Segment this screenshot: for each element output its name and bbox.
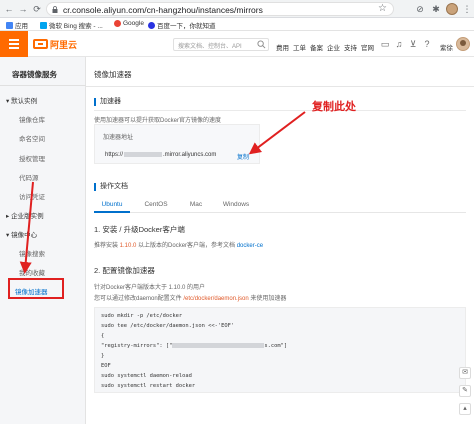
sidebar-item-image-search[interactable]: 镜像搜索 — [19, 248, 45, 258]
bookmark-google[interactable]: Google — [114, 20, 144, 27]
forward-icon[interactable]: → — [17, 3, 29, 15]
sidebar-item-credentials[interactable]: 访问凭证 — [19, 191, 45, 201]
tab-mac[interactable]: Mac — [178, 201, 214, 208]
sidebar-item-namespaces[interactable]: 命名空间 — [19, 133, 45, 143]
puzzle-icon[interactable]: ✱ — [430, 3, 442, 15]
accelerator-url[interactable]: https://.mirror.aliyuncs.com — [105, 152, 216, 158]
sidebar-group-default-instance[interactable]: ▾ 默认实例 — [6, 95, 37, 105]
bookmark-bing[interactable]: 微软 Bing 搜索 - ... — [40, 20, 103, 30]
code-line: } — [101, 353, 105, 359]
step1-text: 推荐安装 1.10.0 以上版本的Docker客户端，参考文档 docker-c… — [94, 243, 264, 249]
divider — [94, 110, 466, 111]
nav-support[interactable]: 支持 — [344, 42, 357, 52]
annotation-highlight-box — [8, 278, 64, 299]
accelerator-address-label: 加速器地址 — [103, 135, 134, 141]
extension-icon[interactable]: ⊘ — [414, 3, 426, 15]
code-block[interactable]: sudo mkdir -p /etc/docker sudo tee /etc/… — [94, 307, 466, 393]
back-icon[interactable]: ← — [3, 3, 15, 15]
bookmarks-bar: 应用 微软 Bing 搜索 - ... Google 百度一下，你就知道 — [0, 18, 474, 31]
accelerator-address-box: 加速器地址 https://.mirror.aliyuncs.com 复制 — [94, 124, 260, 164]
tab-ubuntu[interactable]: Ubuntu — [94, 201, 130, 208]
divider — [86, 86, 474, 87]
tab-windows[interactable]: Windows — [218, 201, 254, 208]
annotation-copy-here: 复制此处 — [312, 101, 356, 113]
console-topbar: 阿里云 搜索文档、控制台、API 费用 工单 备案 企业 支持 官网 ▭ ♫ ⊻… — [0, 31, 474, 57]
os-tabs: Ubuntu CentOS Mac Windows — [94, 199, 466, 213]
url-text: cr.console.aliyun.com/cn-hangzhou/instan… — [63, 5, 263, 15]
address-bar[interactable]: cr.console.aliyun.com/cn-hangzhou/instan… — [46, 2, 394, 16]
sidebar-group-enterprise[interactable]: ▸ 企业版实例 — [6, 210, 44, 220]
cart-icon[interactable]: ⊻ — [408, 39, 418, 49]
back-to-top-icon[interactable]: ▴ — [459, 403, 471, 415]
step2-title: 2. 配置镜像加速器 — [94, 266, 155, 275]
redacted-id — [172, 343, 265, 348]
terminal-icon[interactable]: ▭ — [380, 39, 390, 49]
aliyun-logo[interactable]: 阿里云 — [33, 37, 77, 51]
code-line: sudo systemctl daemon-reload — [101, 373, 192, 379]
feedback-icon[interactable]: ✎ — [459, 385, 471, 397]
page-title: 镜像加速器 — [94, 70, 132, 79]
code-line: { — [101, 333, 105, 339]
logo-mark-icon — [33, 39, 48, 49]
code-line: sudo mkdir -p /etc/docker — [101, 313, 183, 319]
active-tab-indicator — [94, 211, 130, 213]
step2-line1: 针对Docker客户端版本大于 1.10.0 的用户 — [94, 285, 206, 291]
profile-avatar[interactable] — [446, 3, 458, 15]
copy-button[interactable]: 复制 — [237, 152, 249, 161]
search-input[interactable]: 搜索文档、控制台、API — [173, 38, 269, 51]
reload-icon[interactable]: ⟳ — [31, 3, 43, 15]
browser-toolbar: ← → ⟳ cr.console.aliyun.com/cn-hangzhou/… — [0, 0, 474, 18]
tab-centos[interactable]: CentOS — [138, 201, 174, 208]
search-icon[interactable] — [257, 40, 266, 49]
step2-line2: 您可以通过修改daemon配置文件 /etc/docker/daemon.jso… — [94, 296, 287, 302]
nav-filing[interactable]: 备案 — [310, 42, 323, 52]
apps-icon — [6, 21, 13, 29]
docker-ce-link[interactable]: docker-ce — [237, 243, 263, 249]
step1-title: 1. 安装 / 升级Docker客户端 — [94, 225, 185, 234]
chat-icon[interactable]: ✉ — [459, 367, 471, 379]
sidebar-item-authorization[interactable]: 授权管理 — [19, 153, 45, 163]
divider — [0, 85, 86, 86]
code-line: sudo tee /etc/docker/daemon.json <<-'EOF… — [101, 323, 235, 329]
bell-icon[interactable]: ♫ — [394, 39, 404, 49]
lock-icon — [52, 6, 58, 13]
sidebar-item-code-source[interactable]: 代码源 — [19, 172, 39, 182]
sidebar-item-favorites[interactable]: 我的收藏 — [19, 267, 45, 277]
user-avatar[interactable] — [456, 37, 470, 51]
help-icon[interactable]: ? — [422, 39, 432, 49]
nav-enterprise[interactable]: 企业 — [327, 42, 340, 52]
code-line: "registry-mirrors": [" s.com"] — [101, 343, 288, 349]
redacted-id — [124, 152, 163, 157]
section-title-accelerator: 加速器 — [94, 98, 121, 106]
code-line: EOF — [101, 363, 111, 369]
baidu-icon — [148, 21, 155, 29]
more-icon[interactable]: ⋮ — [461, 3, 473, 15]
username[interactable]: 紫徐 — [440, 42, 453, 52]
section-title-docs: 操作文档 — [94, 183, 128, 191]
sidebar-group-image-center[interactable]: ▾ 镜像中心 — [6, 229, 37, 239]
sidebar-title: 容器镜像服务 — [12, 70, 57, 79]
bing-icon — [40, 21, 47, 29]
star-icon[interactable]: ☆ — [378, 3, 387, 14]
menu-icon[interactable] — [0, 31, 28, 57]
nav-official-site[interactable]: 官网 — [361, 42, 374, 52]
bookmark-apps[interactable]: 应用 — [6, 20, 28, 30]
nav-tickets[interactable]: 工单 — [293, 42, 306, 52]
nav-fees[interactable]: 费用 — [276, 42, 289, 52]
sidebar-item-repositories[interactable]: 镜像仓库 — [19, 114, 45, 124]
code-line: sudo systemctl restart docker — [101, 383, 196, 389]
accelerator-description: 使用加速器可以提升获取Docker官方镜像的速度 — [94, 118, 222, 124]
bookmark-baidu[interactable]: 百度一下，你就知道 — [148, 20, 216, 30]
google-icon — [114, 20, 121, 27]
sidebar: 容器镜像服务 ▾ 默认实例 镜像仓库 命名空间 授权管理 代码源 访问凭证 ▸ … — [0, 57, 86, 424]
